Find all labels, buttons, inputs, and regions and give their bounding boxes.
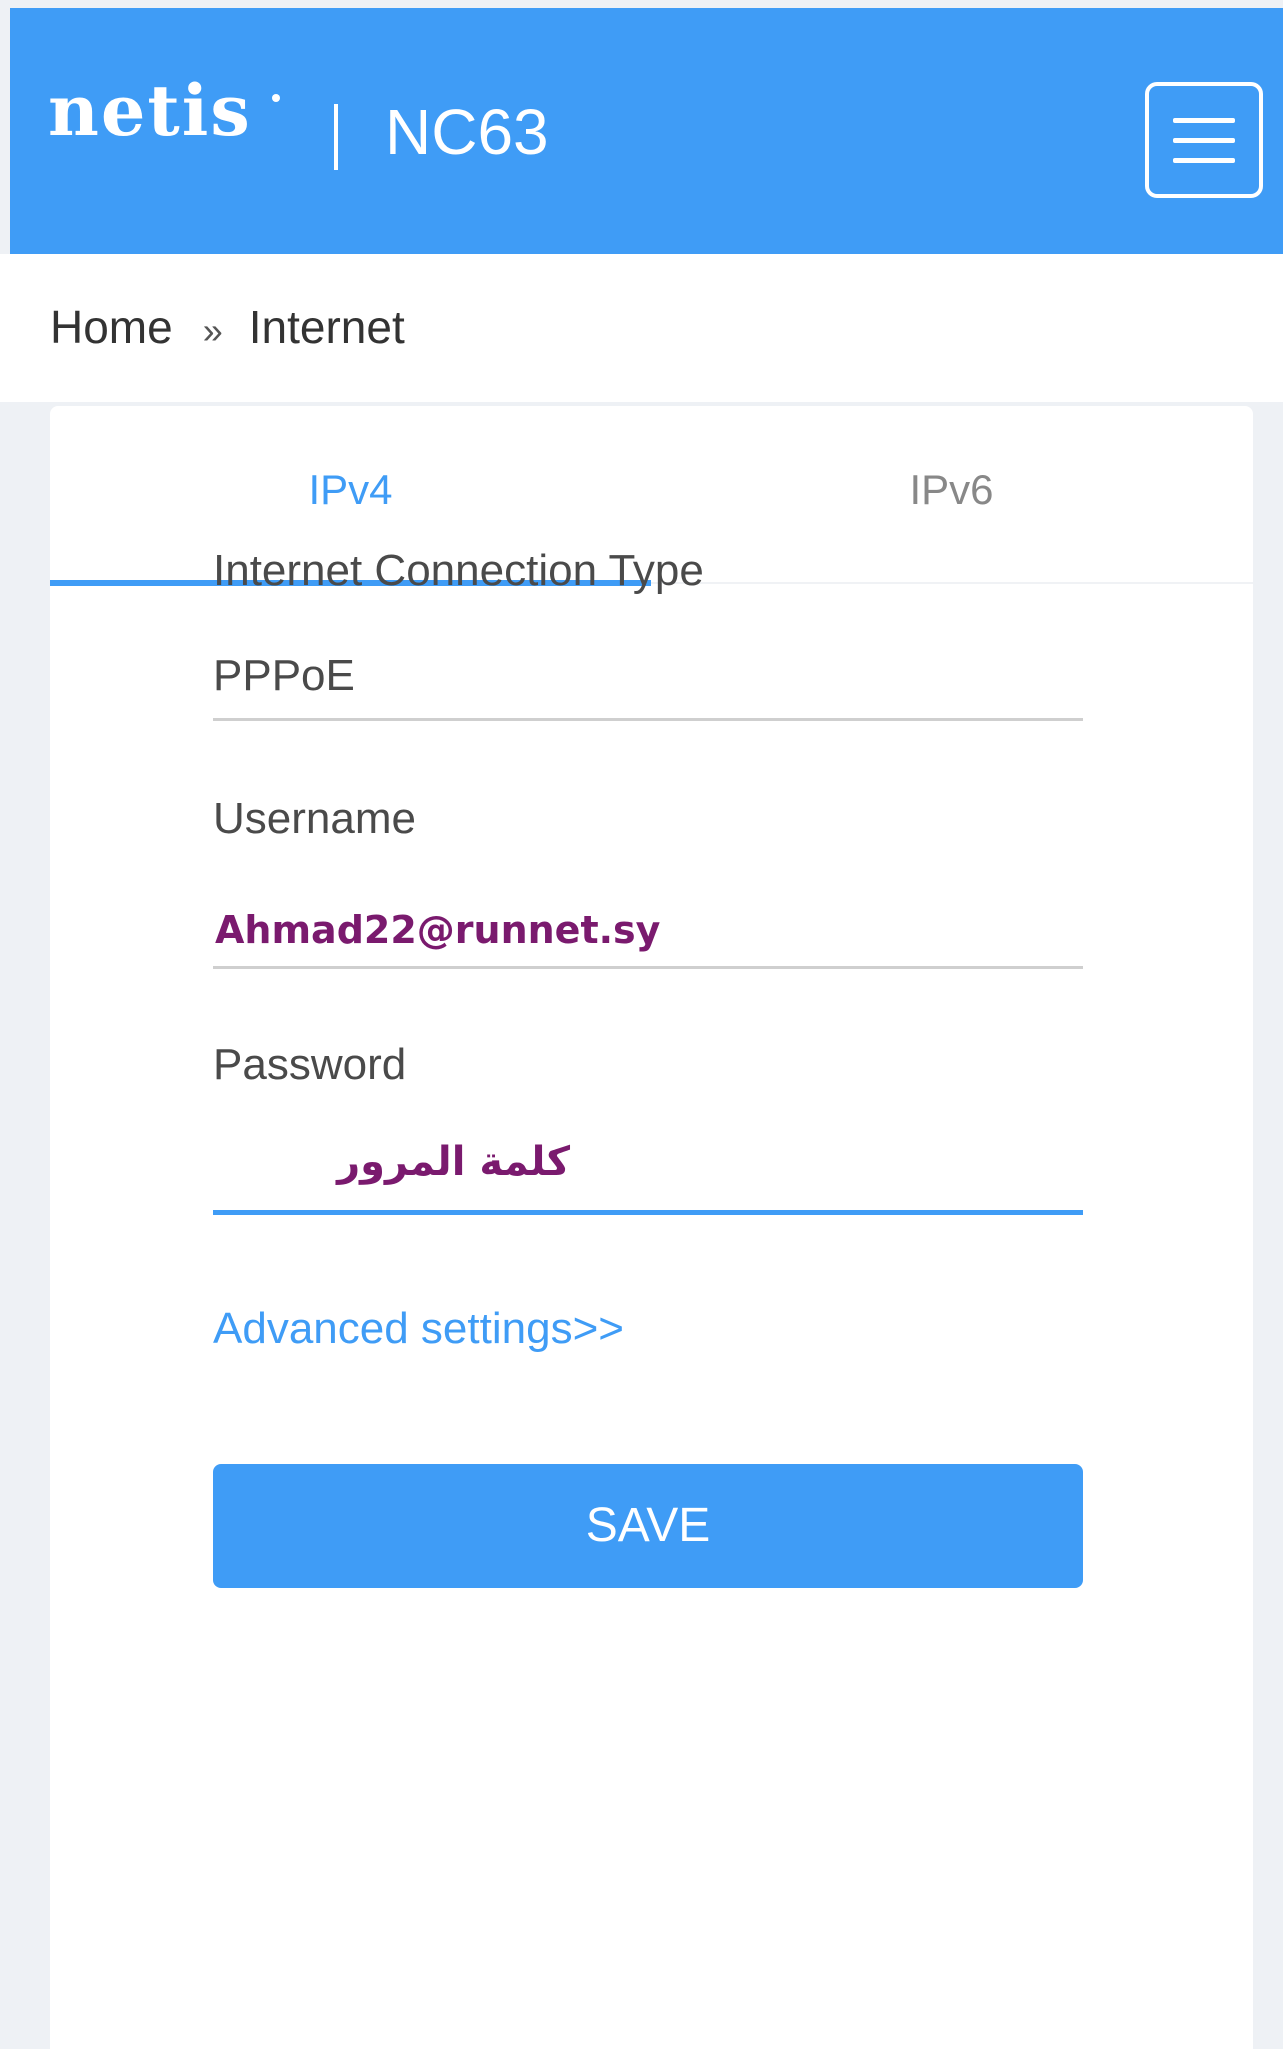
- username-field[interactable]: Ahmad22@runnet.sy: [215, 908, 1085, 952]
- password-label: Password: [213, 1040, 407, 1089]
- page: netis NC63 Home » Internet IPv4 IPv6 Inter…: [0, 0, 1283, 2049]
- breadcrumb-home[interactable]: Home: [50, 301, 173, 353]
- connection-type-label: Internet Connection Type: [213, 546, 704, 595]
- advanced-settings-link[interactable]: Advanced settings>>: [213, 1304, 624, 1354]
- save-button[interactable]: SAVE: [213, 1464, 1083, 1588]
- registered-mark: [272, 94, 280, 102]
- brand-logo: netis: [48, 69, 252, 152]
- brand-divider: [334, 104, 338, 170]
- breadcrumb: Home » Internet: [50, 300, 405, 354]
- connection-type-select[interactable]: PPPoE: [213, 651, 1083, 701]
- app-header: netis NC63: [10, 8, 1283, 254]
- username-label: Username: [213, 794, 416, 843]
- password-field[interactable]: كلمة المرور: [250, 1139, 570, 1185]
- tab-ipv6[interactable]: IPv6: [651, 406, 1252, 584]
- hamburger-menu-icon[interactable]: [1145, 82, 1263, 198]
- password-underline: [213, 1210, 1083, 1215]
- device-model: NC63: [385, 96, 549, 168]
- breadcrumb-current: Internet: [248, 301, 405, 353]
- internet-settings-card: IPv4 IPv6 Internet Connection Type PPPoE…: [50, 406, 1253, 2049]
- connection-type-underline: [213, 718, 1083, 721]
- username-underline: [213, 966, 1083, 969]
- breadcrumb-separator: »: [202, 310, 223, 351]
